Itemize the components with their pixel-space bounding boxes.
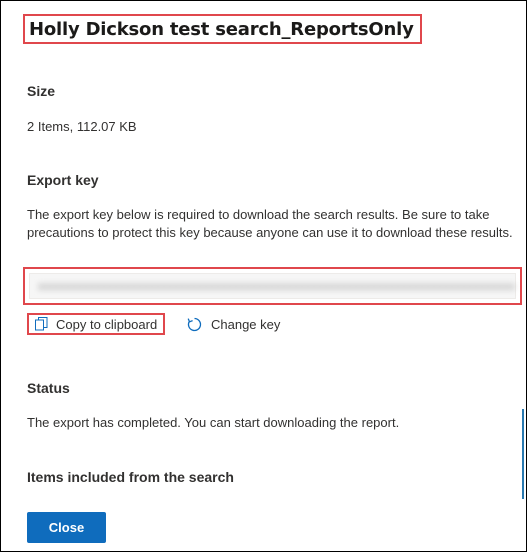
size-label: Size — [27, 83, 56, 99]
export-key-label: Export key — [27, 172, 99, 188]
export-key-field[interactable]: xxxxxxxxxxxxxxxxxxxxxxxxxxxxxxxxxxxxxxxx… — [29, 273, 516, 299]
copy-to-clipboard-button[interactable]: Copy to clipboard — [27, 313, 166, 335]
change-key-label: Change key — [211, 316, 281, 332]
copy-icon — [35, 317, 48, 331]
close-button[interactable]: Close — [27, 512, 106, 543]
change-key-button[interactable]: Change key — [186, 314, 280, 334]
page-title: Holly Dickson test search_ReportsOnly — [29, 18, 414, 40]
copy-to-clipboard-label: Copy to clipboard — [56, 316, 158, 332]
refresh-icon — [186, 316, 203, 333]
scrollbar-thumb[interactable] — [522, 409, 524, 499]
export-key-redacted: xxxxxxxxxxxxxxxxxxxxxxxxxxxxxxxxxxxxxxxx… — [38, 279, 515, 293]
title-highlight: Holly Dickson test search_ReportsOnly — [23, 14, 422, 44]
export-key-highlight: xxxxxxxxxxxxxxxxxxxxxxxxxxxxxxxxxxxxxxxx… — [23, 267, 522, 305]
status-value: The export has completed. You can start … — [27, 415, 400, 430]
export-details-panel: Holly Dickson test search_ReportsOnly Si… — [0, 0, 527, 552]
status-label: Status — [27, 380, 70, 396]
items-included-label: Items included from the search — [27, 469, 234, 485]
size-value: 2 Items, 112.07 KB — [27, 119, 137, 134]
export-key-description: The export key below is required to down… — [27, 207, 513, 240]
